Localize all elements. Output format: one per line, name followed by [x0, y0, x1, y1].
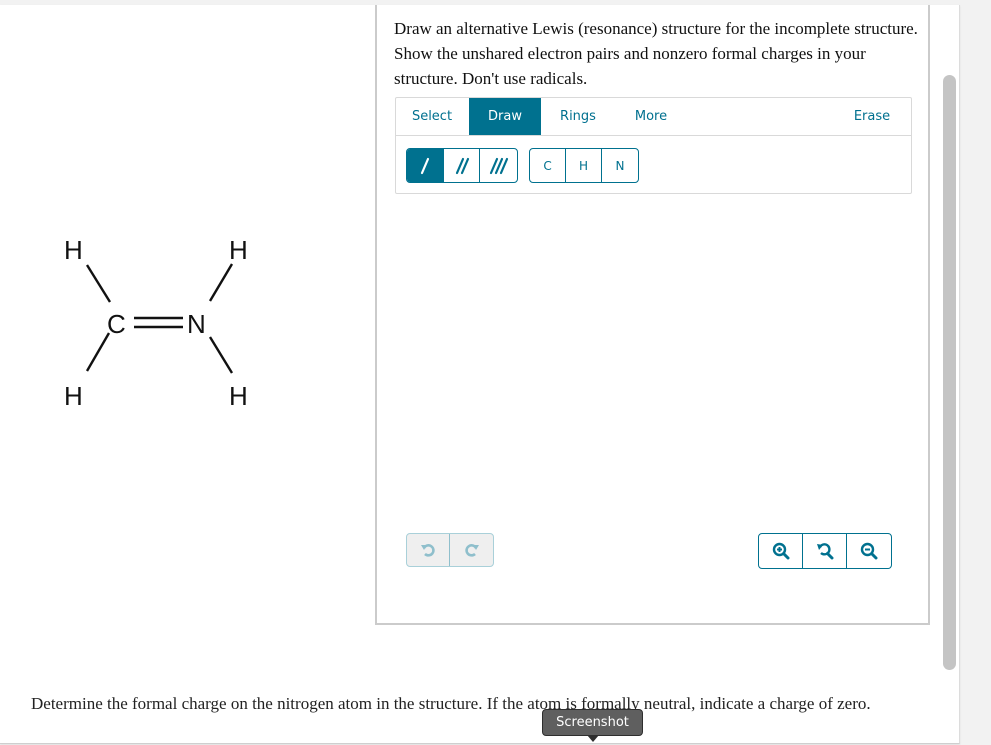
zoom-reset-button[interactable] [803, 534, 847, 568]
zoom-in-icon [772, 542, 789, 560]
zoom-in-button[interactable] [759, 534, 803, 568]
atom-carbon: C [107, 309, 126, 339]
zoom-controls [758, 533, 892, 569]
atom-h-top-right: H [229, 235, 248, 265]
atom-buttons: C H N [529, 148, 639, 183]
redo-button[interactable] [450, 534, 493, 566]
bond-n-h-top [208, 263, 234, 302]
page: H H C N H H Draw an alternative Lewis (r… [0, 5, 960, 744]
zoom-out-button[interactable] [847, 534, 891, 568]
undo-icon [421, 544, 435, 557]
atom-nitrogen: N [187, 309, 206, 339]
erase-button[interactable]: Erase [836, 98, 908, 135]
triple-bond-icon [489, 157, 508, 174]
vertical-scrollbar[interactable] [943, 75, 956, 670]
tab-draw[interactable]: Draw [469, 98, 541, 135]
bond-c-h-bottom [85, 332, 111, 372]
atom-button-h[interactable]: H [566, 149, 603, 182]
screenshot-tooltip: Screenshot [542, 709, 643, 742]
atom-h-bottom-left: H [64, 381, 83, 411]
drawing-toolbar: Select Draw Rings More Erase C H N [395, 97, 912, 194]
history-controls [406, 533, 494, 567]
bond-buttons [406, 148, 518, 183]
tab-more[interactable]: More [615, 98, 687, 135]
undo-button[interactable] [407, 534, 450, 566]
question-prompt: Draw an alternative Lewis (resonance) st… [394, 19, 918, 88]
atom-button-n[interactable]: N [602, 149, 638, 182]
redo-icon [464, 544, 479, 557]
triple-bond-button[interactable] [480, 149, 517, 182]
tab-select[interactable]: Select [396, 98, 468, 135]
zoom-out-icon [860, 542, 878, 560]
tool-tabs: Select Draw Rings More Erase [396, 98, 911, 136]
double-bond-icon [455, 157, 469, 174]
double-bond-button[interactable] [444, 149, 481, 182]
bond-n-h-bottom [208, 336, 234, 374]
drawing-panel: Draw an alternative Lewis (resonance) st… [375, 5, 930, 625]
bond-c-h-top [85, 264, 112, 303]
atom-h-bottom-right: H [229, 381, 248, 411]
tab-rings[interactable]: Rings [542, 98, 614, 135]
atom-button-c[interactable]: C [530, 149, 567, 182]
single-bond-button[interactable] [407, 149, 444, 182]
molecule-structure: H H C N H H [64, 235, 248, 411]
zoom-reset-icon [816, 543, 833, 560]
atom-h-top-left: H [64, 235, 83, 265]
single-bond-icon [420, 157, 429, 174]
scrollbar-thumb[interactable] [943, 75, 956, 670]
followup-question: Determine the formal charge on the nitro… [31, 694, 871, 713]
